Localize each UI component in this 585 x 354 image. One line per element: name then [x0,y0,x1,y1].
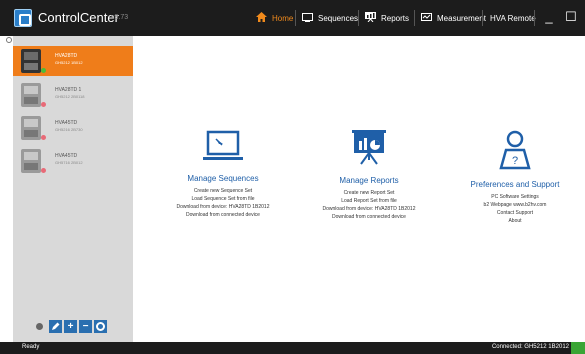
nav-measurement-button[interactable]: Measurement [417,8,490,28]
load-sequence-link[interactable]: Load Sequence Set from file [148,195,298,203]
device-serial: GH5716 2B012 [55,160,83,165]
sidebar-toolbar: + − [36,320,107,333]
sidebar-collapse-button[interactable] [6,37,12,43]
app-version: v3.73 [111,14,129,21]
download-sequence-device-link[interactable]: Download from device: HVA28TD 1B2012 [148,203,298,211]
maximize-button[interactable]: ☐ [562,9,580,27]
status-offline-icon [41,102,46,107]
nav-remote-button[interactable]: HVA Remote [486,8,540,28]
contact-support-link[interactable]: Contact Support [440,209,585,217]
device-serial: GH5212 2B0118 [55,94,85,99]
nav-home-button[interactable]: Home [252,8,297,28]
remove-device-button[interactable]: − [79,320,92,333]
preferences-support-title[interactable]: Preferences and Support [440,180,585,189]
sequences-screen-icon [203,130,243,160]
reports-board-icon [352,130,386,165]
download-report-connected-link[interactable]: Download from connected device [294,213,444,221]
reports-icon [365,12,376,24]
minimize-button[interactable]: _ [540,9,558,27]
status-offline-icon [41,135,46,140]
manage-sequences-title[interactable]: Manage Sequences [148,174,298,183]
load-report-link[interactable]: Load Report Set from file [294,197,444,205]
device-item[interactable]: HVA28TD 1 GH5212 2B0118 [13,80,133,110]
gear-icon [96,322,105,331]
nav-divider [534,10,535,26]
home-icon [256,12,267,24]
nav-remote-label: HVA Remote [490,13,536,23]
support-person-icon: ? [499,130,531,170]
manage-sequences-card: Manage Sequences Create new Sequence Set… [148,130,298,219]
webpage-link[interactable]: b2 Webpage www.b2hv.com [440,201,585,209]
measurement-icon [421,12,432,24]
app-name: ControlCenter [38,10,119,25]
manage-reports-title[interactable]: Manage Reports [294,176,444,185]
nav-home-label: Home [272,13,294,23]
device-name: HVA28TD [55,53,78,59]
create-report-link[interactable]: Create new Report Set [294,189,444,197]
nav-divider [358,10,359,26]
device-icon [21,83,41,107]
preferences-support-card: ? Preferences and Support PC Software Se… [440,130,585,225]
device-serial: GH5212 1B012 [55,60,83,65]
device-name: HVA45TD [55,120,78,126]
connected-indicator [571,342,585,354]
nav-reports-label: Reports [381,13,410,23]
edit-device-button[interactable] [49,320,62,333]
device-name: HVA28TD 1 [55,87,82,93]
connection-status: Connected: GH5212 1B2012 [491,344,569,350]
device-item[interactable]: HVA45TD GH5216 2B730 [13,113,133,143]
connection-dot-icon [36,323,43,330]
app-logo-icon [14,9,32,27]
device-icon [21,149,41,173]
svg-text:?: ? [512,155,518,167]
title-bar: ControlCenter v3.73 Home Sequences Repor… [0,0,585,36]
nav-divider [414,10,415,26]
status-bar: Ready Connected: GH5212 1B2012 [0,342,585,354]
nav-sequences-button[interactable]: Sequences [298,8,362,28]
create-sequence-link[interactable]: Create new Sequence Set [148,187,298,195]
device-icon [21,49,41,73]
manage-reports-card: Manage Reports Create new Report Set Loa… [294,130,444,221]
about-link[interactable]: About [440,217,585,225]
device-item[interactable]: HVA28TD GH5212 1B012 [13,46,133,76]
status-ok-icon [41,68,46,73]
device-name: HVA45TD [55,153,78,159]
pc-software-settings-link[interactable]: PC Software Settings [440,193,585,201]
status-text: Ready [22,344,40,350]
download-sequence-connected-link[interactable]: Download from connected device [148,211,298,219]
nav-measurement-label: Measurement [437,13,486,23]
edit-icon [52,322,60,330]
device-serial: GH5216 2B730 [55,127,83,132]
sequences-icon [302,12,313,24]
add-device-button[interactable]: + [64,320,77,333]
settings-device-button[interactable] [94,320,107,333]
download-report-device-link[interactable]: Download from device: HVA28TD 1B2012 [294,205,444,213]
status-offline-icon [41,168,46,173]
nav-divider [482,10,483,26]
nav-divider [295,10,296,26]
nav-sequences-label: Sequences [318,13,359,23]
device-item[interactable]: HVA45TD GH5716 2B012 [13,146,133,176]
device-icon [21,116,41,140]
nav-reports-button[interactable]: Reports [361,8,413,28]
